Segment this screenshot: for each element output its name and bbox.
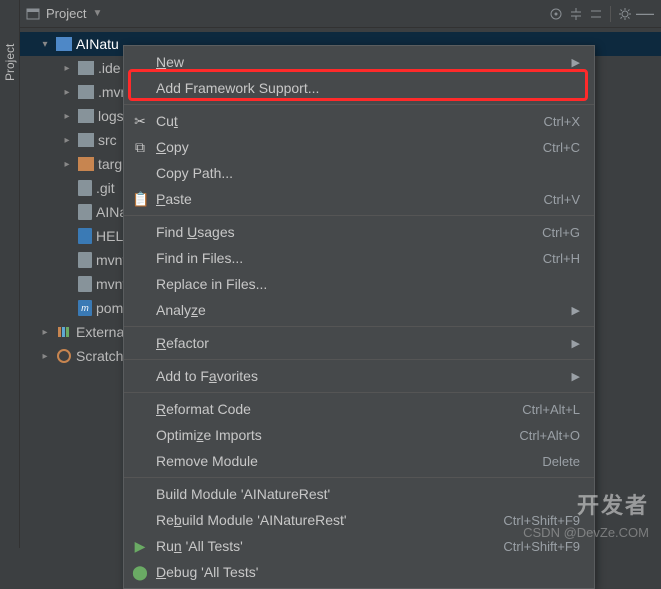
module-folder-icon [56, 37, 72, 51]
submenu-arrow-icon: ▶ [572, 304, 580, 317]
scratches-icon [56, 348, 72, 364]
project-pane-icon [26, 7, 40, 21]
folder-icon [78, 109, 94, 123]
menu-separator [124, 477, 594, 478]
vertical-tab-bar: Project [0, 0, 20, 548]
menu-paste[interactable]: 📋PasteCtrl+V [124, 186, 594, 212]
submenu-arrow-icon: ▶ [572, 337, 580, 350]
menu-build-module[interactable]: Build Module 'AINatureRest' [124, 481, 594, 507]
menu-separator [124, 392, 594, 393]
menu-find-usages[interactable]: Find UsagesCtrl+G [124, 219, 594, 245]
project-pane-title[interactable]: Project [46, 6, 86, 21]
folder-icon [78, 133, 94, 147]
libraries-icon [56, 324, 72, 340]
menu-refactor[interactable]: Refactor▶ [124, 330, 594, 356]
paste-icon: 📋 [132, 191, 148, 208]
menu-cut[interactable]: ✂CutCtrl+X [124, 108, 594, 134]
folder-icon [78, 61, 94, 75]
menu-copy[interactable]: ⧉CopyCtrl+C [124, 134, 594, 160]
settings-icon[interactable] [615, 4, 635, 24]
maven-file-icon: m [78, 300, 92, 316]
target-folder-icon [78, 157, 94, 171]
project-tab[interactable]: Project [3, 25, 17, 81]
dropdown-arrow-icon[interactable]: ▼ [92, 8, 102, 19]
file-icon [78, 276, 92, 292]
menu-new[interactable]: New▶ [124, 49, 594, 75]
menu-separator [124, 215, 594, 216]
scissors-icon: ✂ [132, 113, 148, 130]
project-pane-header: Project ▼ — [20, 0, 661, 28]
menu-optimize-imports[interactable]: Optimize ImportsCtrl+Alt+O [124, 422, 594, 448]
menu-separator [124, 104, 594, 105]
menu-rebuild-module[interactable]: Rebuild Module 'AINatureRest'Ctrl+Shift+… [124, 507, 594, 533]
menu-find-in-files[interactable]: Find in Files...Ctrl+H [124, 245, 594, 271]
md-file-icon [78, 228, 92, 244]
run-icon: ▶ [132, 538, 148, 555]
menu-separator [124, 359, 594, 360]
locate-icon[interactable] [546, 4, 566, 24]
submenu-arrow-icon: ▶ [572, 56, 580, 69]
file-icon [78, 204, 92, 220]
menu-run[interactable]: ▶Run 'All Tests'Ctrl+Shift+F9 [124, 533, 594, 559]
collapse-all-icon[interactable] [586, 4, 606, 24]
menu-analyze[interactable]: Analyze▶ [124, 297, 594, 323]
menu-copy-path[interactable]: Copy Path... [124, 160, 594, 186]
expand-arrow-icon[interactable]: ▾ [38, 39, 52, 50]
menu-remove-module[interactable]: Remove ModuleDelete [124, 448, 594, 474]
menu-reformat[interactable]: Reformat CodeCtrl+Alt+L [124, 396, 594, 422]
expand-all-icon[interactable] [566, 4, 586, 24]
submenu-arrow-icon: ▶ [572, 370, 580, 383]
menu-replace-in-files[interactable]: Replace in Files... [124, 271, 594, 297]
menu-debug[interactable]: ⬤Debug 'All Tests' [124, 559, 594, 585]
copy-icon: ⧉ [132, 139, 148, 156]
folder-icon [78, 85, 94, 99]
hide-icon[interactable]: — [635, 4, 655, 24]
file-icon [78, 252, 92, 268]
file-icon [78, 180, 92, 196]
debug-icon: ⬤ [132, 564, 148, 581]
menu-add-framework-support[interactable]: Add Framework Support... [124, 75, 594, 101]
menu-add-to-favorites[interactable]: Add to Favorites▶ [124, 363, 594, 389]
context-menu: New▶ Add Framework Support... ✂CutCtrl+X… [123, 45, 595, 589]
menu-separator [124, 326, 594, 327]
